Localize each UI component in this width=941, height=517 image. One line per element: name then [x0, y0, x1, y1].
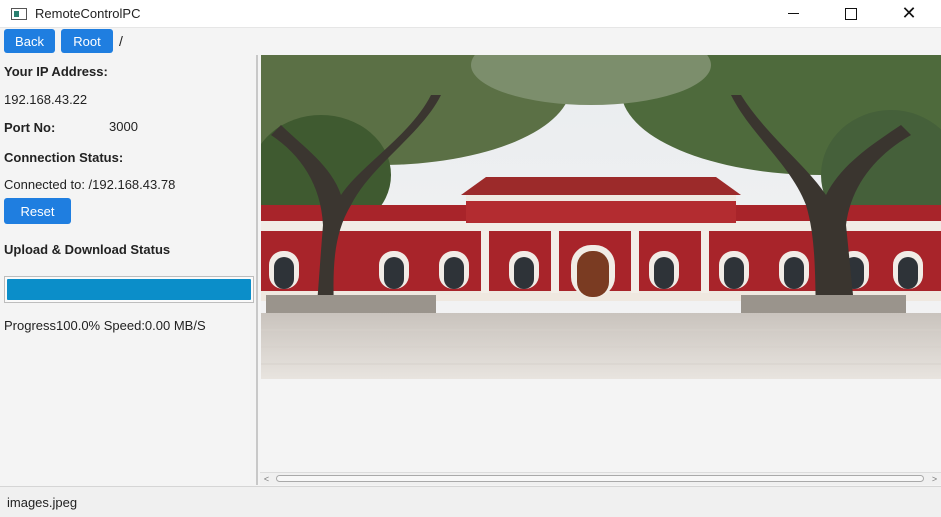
root-button[interactable]: Root: [61, 29, 113, 53]
progress-text: Progress100.0% Speed:0.00 MB/S: [4, 318, 206, 333]
current-file-name: images.jpeg: [7, 495, 78, 510]
scroll-thumb[interactable]: [276, 475, 924, 482]
back-button[interactable]: Back: [4, 29, 55, 53]
connection-status-value: Connected to: /192.168.43.78: [4, 177, 176, 192]
ip-value: 192.168.43.22: [4, 92, 88, 107]
image-viewer: [260, 55, 941, 485]
scroll-right-icon[interactable]: >: [928, 473, 941, 485]
app-window-icon: [11, 8, 27, 20]
ip-label: Your IP Address:: [4, 64, 108, 79]
progress-fill: [7, 279, 251, 300]
status-bar: images.jpeg: [0, 486, 941, 517]
current-path: /: [119, 33, 123, 49]
minimize-button[interactable]: [770, 0, 816, 27]
connection-status-label: Connection Status:: [4, 150, 124, 165]
transfer-status-label: Upload & Download Status: [4, 242, 171, 257]
minimize-icon: [787, 13, 799, 14]
reset-button[interactable]: Reset: [4, 198, 71, 224]
window-title: RemoteControlPC: [35, 6, 141, 21]
maximize-icon: [845, 7, 857, 20]
building-photo: [261, 55, 941, 379]
close-button[interactable]: ✕: [886, 0, 932, 27]
horizontal-scrollbar[interactable]: < >: [260, 472, 941, 485]
maximize-button[interactable]: [828, 0, 874, 27]
title-bar: RemoteControlPC ✕: [0, 0, 941, 28]
scroll-left-icon[interactable]: <: [260, 473, 273, 485]
port-label: Port No:: [4, 120, 56, 135]
close-icon: ✕: [901, 3, 917, 23]
transfer-progress-bar: [4, 276, 254, 303]
port-value: 3000: [109, 119, 138, 134]
